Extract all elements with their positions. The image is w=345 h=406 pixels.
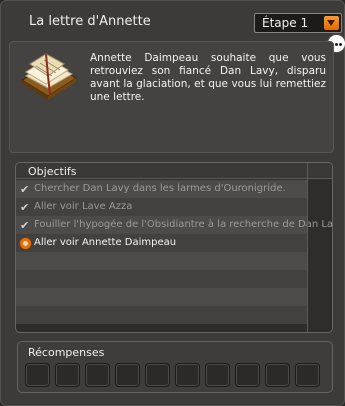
scrollbar-track[interactable] xyxy=(307,163,308,332)
objective-label: Chercher Dan Lavy dans les larmes d'Ouro… xyxy=(34,183,286,194)
objective-item[interactable]: Aller voir Annette Daimpeau xyxy=(16,234,307,252)
empty-row xyxy=(16,270,307,288)
step-select-value: Étape 1 xyxy=(262,16,309,30)
reward-slot[interactable] xyxy=(85,363,110,387)
empty-row xyxy=(16,306,307,324)
objective-item[interactable]: ✔ Aller voir Lave Azza xyxy=(16,198,307,216)
empty-row xyxy=(16,252,307,270)
reward-slot[interactable] xyxy=(115,363,140,387)
objectives-header: Objectifs xyxy=(16,163,332,179)
rewards-title: Récompenses xyxy=(28,346,105,359)
reward-slot[interactable] xyxy=(55,363,80,387)
reward-slot[interactable] xyxy=(265,363,290,387)
reward-slot[interactable] xyxy=(25,363,50,387)
quest-title: La lettre d'Annette xyxy=(29,14,151,29)
empty-row xyxy=(16,288,307,306)
rewards-panel: Récompenses xyxy=(17,341,333,393)
title-bar: La lettre d'Annette Étape 1 xyxy=(9,9,342,37)
quest-window: La lettre d'Annette Étape 1 Annette Daim… xyxy=(0,0,345,406)
reward-slot[interactable] xyxy=(145,363,170,387)
check-icon: ✔ xyxy=(20,219,30,232)
objectives-title: Objectifs xyxy=(28,165,77,178)
objective-item[interactable]: ✔ Chercher Dan Lavy dans les larmes d'Ou… xyxy=(16,180,307,198)
objective-label: Aller voir Lave Azza xyxy=(34,201,133,212)
reward-slot[interactable] xyxy=(235,363,260,387)
objective-item[interactable]: ✔ Fouiller l'hypogée de l'Obsidiantre à … xyxy=(16,216,332,234)
step-select[interactable]: Étape 1 xyxy=(254,13,342,33)
quest-marker-icon xyxy=(19,237,32,250)
reward-slot[interactable] xyxy=(205,363,230,387)
check-icon: ✔ xyxy=(20,201,30,214)
chevron-down-icon[interactable] xyxy=(324,16,339,30)
quest-description: Annette Daimpeau souhaite que vous retro… xyxy=(90,52,326,103)
reward-slot[interactable] xyxy=(175,363,200,387)
objective-label: Aller voir Annette Daimpeau xyxy=(34,237,177,248)
objective-label: Fouiller l'hypogée de l'Obsidiantre à la… xyxy=(34,219,333,230)
reward-slot[interactable] xyxy=(295,363,320,387)
book-icon xyxy=(20,53,77,100)
check-icon: ✔ xyxy=(20,183,30,196)
description-panel: Annette Daimpeau souhaite que vous retro… xyxy=(9,41,334,153)
objectives-panel: Objectifs ✔ Chercher Dan Lavy dans les l… xyxy=(15,162,333,333)
